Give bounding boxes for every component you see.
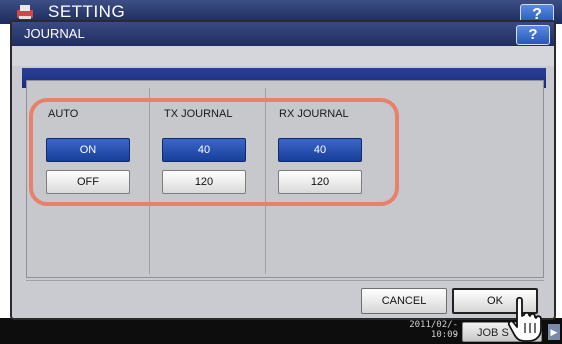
footer-time: 10:09 [430, 330, 458, 340]
footer-divider [26, 280, 544, 281]
scroll-right-icon[interactable]: ▶ [548, 324, 560, 340]
cancel-button[interactable]: CANCEL [361, 288, 447, 314]
highlight-outline [29, 98, 399, 206]
background-title: SETTING [48, 2, 126, 21]
hand-pointer-icon [507, 296, 542, 342]
dialog-title: JOURNAL [24, 26, 85, 41]
printer-icon [17, 5, 33, 19]
dialog-title-bar: JOURNAL ? [12, 22, 554, 46]
dialog-separator-band [12, 46, 554, 66]
dialog-help-button[interactable]: ? [516, 25, 550, 45]
